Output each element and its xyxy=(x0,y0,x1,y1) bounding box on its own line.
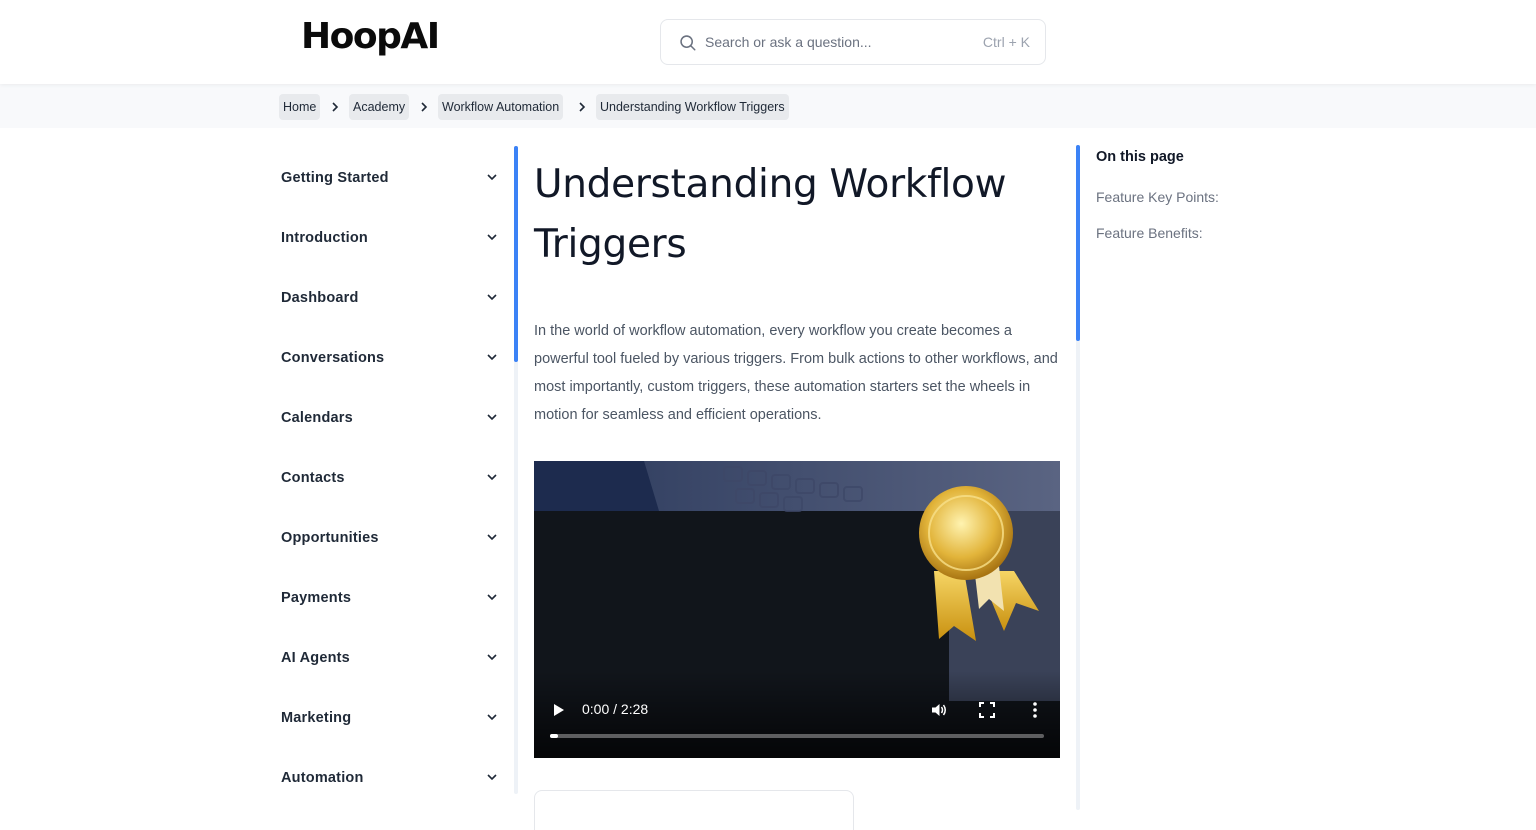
breadcrumb-current-page: Understanding Workflow Triggers xyxy=(596,94,789,120)
page-title: Understanding Workflow Triggers xyxy=(534,162,1007,267)
content-card xyxy=(534,790,854,830)
sidebar-item-getting-started[interactable]: Getting Started xyxy=(281,159,501,199)
sidebar-scrollbar-thumb[interactable] xyxy=(514,146,518,362)
sidebar-nav: Getting Started Introduction Dashboard C… xyxy=(281,140,516,800)
sidebar-item-introduction[interactable]: Introduction xyxy=(281,219,501,259)
chevron-down-icon[interactable] xyxy=(486,411,498,423)
search-box[interactable]: Ctrl + K xyxy=(660,19,1046,65)
search-icon xyxy=(680,35,696,51)
chevron-down-icon[interactable] xyxy=(486,231,498,243)
sidebar-item-payments[interactable]: Payments xyxy=(281,579,501,619)
chevron-right-icon xyxy=(421,102,428,112)
breadcrumb: Home Academy Workflow Automation Underst… xyxy=(0,84,1536,128)
video-time: 0:00 / 2:28 xyxy=(582,701,649,717)
sidebar-item-label: AI Agents xyxy=(281,650,350,666)
article-intro: In the world of workflow automation, eve… xyxy=(534,323,1058,423)
sidebar-item-label: Marketing xyxy=(281,710,352,726)
sidebar-item-label: Opportunities xyxy=(281,530,379,546)
top-header: HoopAI Ctrl + K xyxy=(0,0,1536,84)
chevron-right-icon xyxy=(332,102,339,112)
chevron-down-icon[interactable] xyxy=(486,531,498,543)
sidebar-item-label: Contacts xyxy=(281,470,345,486)
breadcrumb-academy[interactable]: Academy xyxy=(349,94,410,120)
toc-scrollbar-thumb[interactable] xyxy=(1076,145,1080,341)
sidebar-item-opportunities[interactable]: Opportunities xyxy=(281,519,501,559)
hoopai-logo[interactable]: HoopAI xyxy=(301,16,440,57)
toc-link-feature-key-points[interactable]: Feature Key Points: xyxy=(1096,189,1219,205)
chevron-down-icon[interactable] xyxy=(486,171,498,183)
chevron-down-icon[interactable] xyxy=(486,651,498,663)
more-options-icon[interactable] xyxy=(1028,701,1042,719)
breadcrumb-workflow-automation[interactable]: Workflow Automation xyxy=(438,94,564,120)
breadcrumb-home[interactable]: Home xyxy=(279,94,321,120)
sidebar-item-label: Conversations xyxy=(281,350,385,366)
video-player[interactable]: 0:00 / 2:28 xyxy=(534,461,1060,758)
toc-title: On this page xyxy=(1096,149,1184,165)
sidebar-scrollbar[interactable] xyxy=(514,146,518,794)
sidebar-item-label: Calendars xyxy=(281,410,353,426)
toc-link-feature-benefits[interactable]: Feature Benefits: xyxy=(1096,225,1203,241)
sidebar-item-automation[interactable]: Automation xyxy=(281,759,501,799)
sidebar-item-ai-agents[interactable]: AI Agents xyxy=(281,639,501,679)
sidebar-item-marketing[interactable]: Marketing xyxy=(281,699,501,739)
sidebar-item-label: Introduction xyxy=(281,230,368,246)
chevron-down-icon[interactable] xyxy=(486,711,498,723)
toc-scrollbar[interactable] xyxy=(1076,145,1080,810)
chevron-down-icon[interactable] xyxy=(486,351,498,363)
volume-icon[interactable] xyxy=(930,701,948,719)
sidebar-item-conversations[interactable]: Conversations xyxy=(281,339,501,379)
search-shortcut-hint: Ctrl + K xyxy=(982,34,1030,50)
sidebar-item-label: Payments xyxy=(281,590,352,606)
sidebar-item-label: Dashboard xyxy=(281,290,359,306)
chevron-down-icon[interactable] xyxy=(486,291,498,303)
chevron-right-icon xyxy=(579,102,586,112)
play-icon[interactable] xyxy=(552,702,566,718)
chevron-down-icon[interactable] xyxy=(486,591,498,603)
chevron-down-icon[interactable] xyxy=(486,771,498,783)
fullscreen-icon[interactable] xyxy=(979,702,995,718)
search-input[interactable] xyxy=(705,28,965,56)
sidebar-item-dashboard[interactable]: Dashboard xyxy=(281,279,501,319)
sidebar-item-contacts[interactable]: Contacts xyxy=(281,459,501,499)
video-progress-bar[interactable] xyxy=(550,734,1044,738)
chevron-down-icon[interactable] xyxy=(486,471,498,483)
sidebar-item-calendars[interactable]: Calendars xyxy=(281,399,501,439)
sidebar-item-label: Automation xyxy=(281,770,364,786)
sidebar-item-label: Getting Started xyxy=(281,170,389,186)
video-progress-fill xyxy=(550,734,558,738)
